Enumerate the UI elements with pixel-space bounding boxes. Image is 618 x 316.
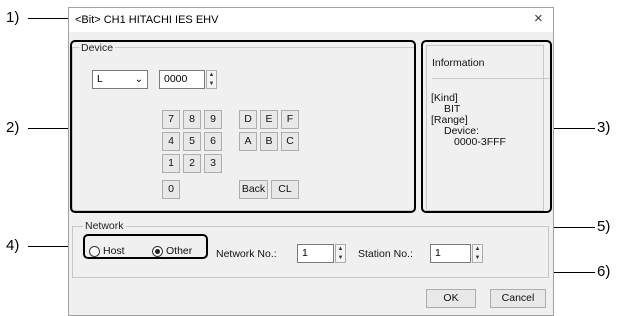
- dialog-title: <Bit> CH1 HITACHI IES EHV: [75, 14, 219, 26]
- callout-3: 3): [597, 119, 611, 136]
- radio-highlight: [83, 234, 208, 259]
- close-icon[interactable]: ×: [534, 11, 543, 27]
- title-bar: <Bit> CH1 HITACHI IES EHV ×: [69, 8, 553, 32]
- callout-1: 1): [6, 9, 20, 26]
- callout-3-line: [551, 128, 595, 129]
- station-no-spinner[interactable]: ▲ ▼: [472, 244, 483, 263]
- cancel-button[interactable]: Cancel: [490, 289, 546, 308]
- network-no-spinner[interactable]: ▲ ▼: [335, 244, 346, 263]
- network-group-label: Network: [83, 220, 126, 232]
- spin-down-icon[interactable]: ▼: [336, 254, 345, 263]
- callout-4: 4): [6, 237, 20, 254]
- callout-2-line: [28, 128, 72, 129]
- callout-6: 6): [597, 263, 611, 280]
- callout-2: 2): [6, 119, 20, 136]
- station-no-label: Station No.:: [358, 248, 413, 260]
- callout-5: 5): [597, 218, 611, 235]
- network-no-label: Network No.:: [216, 248, 277, 260]
- station-no-input[interactable]: 1: [430, 244, 471, 263]
- network-no-input[interactable]: 1: [297, 244, 334, 263]
- device-highlight: [70, 40, 416, 213]
- spin-down-icon[interactable]: ▼: [473, 254, 482, 263]
- spin-up-icon[interactable]: ▲: [473, 245, 482, 254]
- spin-up-icon[interactable]: ▲: [336, 245, 345, 254]
- information-highlight: [421, 40, 552, 213]
- ok-button[interactable]: OK: [426, 289, 476, 308]
